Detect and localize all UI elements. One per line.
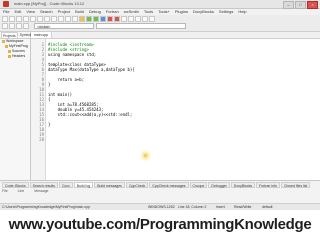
debug-continue-icon[interactable] — [121, 16, 127, 22]
code-line: int main() — [48, 92, 73, 97]
management-panel: Projects Symbols Workspace MyFirstProg S… — [0, 32, 33, 180]
new-file-icon[interactable] — [2, 16, 8, 22]
tab-fortran-info[interactable]: Fortran info — [256, 182, 280, 188]
line-number: 20 — [39, 137, 44, 142]
code-line: } — [48, 82, 51, 87]
save-icon[interactable] — [16, 16, 22, 22]
code-editor[interactable]: main.cpp 1 2 3 4 5 6 7 8 9 10 11 12 13 1… — [31, 32, 320, 180]
step-out-icon[interactable] — [142, 16, 148, 22]
paste-icon[interactable] — [58, 16, 64, 22]
jump-back-icon[interactable] — [2, 23, 8, 29]
window-controls: – □ × — [283, 1, 318, 9]
code-line: } — [48, 122, 51, 127]
toolbar: <global> — [0, 15, 320, 32]
tab-build-log[interactable]: Build log — [73, 182, 94, 188]
cut-icon[interactable] — [44, 16, 50, 22]
rebuild-icon[interactable] — [100, 16, 106, 22]
replace-icon[interactable] — [72, 16, 78, 22]
workspace-icon — [2, 40, 5, 43]
file-tab-main-cpp[interactable]: main.cpp — [31, 32, 53, 38]
editor-tabs: main.cpp — [31, 32, 320, 39]
tab-build-messages[interactable]: Build messages — [94, 182, 125, 188]
scope-combo[interactable]: <global> — [34, 23, 94, 29]
tab-cccc[interactable]: Cccc — [59, 182, 73, 188]
step-into-icon[interactable] — [135, 16, 141, 22]
close-button[interactable]: × — [307, 1, 318, 9]
tree-item-label: Headers — [12, 54, 26, 58]
build-icon[interactable] — [79, 16, 85, 22]
code-line: return a+b; — [48, 77, 85, 82]
bookmark-icon[interactable] — [16, 23, 22, 29]
debug-icon[interactable] — [114, 16, 120, 22]
copy-icon[interactable] — [51, 16, 57, 22]
step-over-icon[interactable] — [128, 16, 134, 22]
window-title: main.cpp [MyProj] - Code::Blocks 13.12 — [14, 1, 85, 6]
project-icon — [5, 45, 8, 48]
codeblocks-app-icon — [3, 1, 9, 7]
minimize-button[interactable]: – — [283, 1, 294, 9]
open-file-icon[interactable] — [9, 16, 15, 22]
toolbar-row-main — [2, 16, 155, 23]
find-icon[interactable] — [65, 16, 71, 22]
save-all-icon[interactable] — [23, 16, 29, 22]
logs-panel: Code::Blocks Search results Cccc Build l… — [0, 180, 320, 205]
channel-url: www.youtube.com/ProgrammingKnowledge — [8, 216, 312, 233]
abort-icon[interactable] — [107, 16, 113, 22]
code-line: dataType Max(dataType a,dataType b){ — [48, 67, 135, 72]
tab-closed-files[interactable]: Closed files list — [281, 182, 311, 188]
code-line: using namespace std; — [48, 52, 97, 57]
logs-tabs: Code::Blocks Search results Cccc Build l… — [2, 182, 311, 188]
mouse-cursor-highlight — [144, 154, 147, 157]
tree-item-headers[interactable]: Headers — [0, 54, 30, 59]
line-number-gutter: 1 2 3 4 5 6 7 8 9 10 11 12 13 14 15 16 1… — [31, 39, 46, 180]
toolbar-row-code — [2, 23, 29, 30]
tab-codeblocks-log[interactable]: Code::Blocks — [2, 182, 29, 188]
tab-cppcheck-messages[interactable]: CppCheck messages — [149, 182, 189, 188]
maximize-button[interactable]: □ — [295, 1, 306, 9]
title-bar: main.cpp [MyProj] - Code::Blocks 13.12 –… — [0, 0, 320, 9]
comment-icon[interactable] — [23, 23, 29, 29]
folder-icon — [8, 50, 11, 53]
run-icon[interactable] — [86, 16, 92, 22]
redo-icon[interactable] — [37, 16, 43, 22]
debug-windows-icon[interactable] — [149, 16, 155, 22]
tab-cscope[interactable]: Cscope — [189, 182, 208, 188]
tab-debugger[interactable]: Debugger — [208, 182, 230, 188]
build-and-run-icon[interactable] — [93, 16, 99, 22]
column-line: Line — [17, 189, 25, 193]
undo-icon[interactable] — [30, 16, 36, 22]
column-file: File — [2, 189, 8, 193]
code-line: std::cout<<add(a,y)<<std::endl; — [48, 112, 133, 117]
tab-cppcheck[interactable]: CppCheck — [125, 182, 149, 188]
tab-doxyblocks[interactable]: DoxyBlocks — [230, 182, 256, 188]
channel-banner: www.youtube.com/ProgrammingKnowledge — [0, 210, 320, 240]
function-combo[interactable] — [96, 23, 186, 29]
folder-icon — [8, 55, 11, 58]
logs-column-headers: File Line Message — [2, 189, 48, 194]
column-message: Message — [34, 189, 49, 193]
management-tabs: Projects Symbols — [0, 32, 33, 39]
status-bar: C:\Users\ProgrammingKnowledge\MyFirstPro… — [0, 203, 320, 210]
tab-search-results[interactable]: Search results — [29, 182, 58, 188]
jump-forward-icon[interactable] — [9, 23, 15, 29]
tab-projects[interactable]: Projects — [1, 32, 18, 38]
